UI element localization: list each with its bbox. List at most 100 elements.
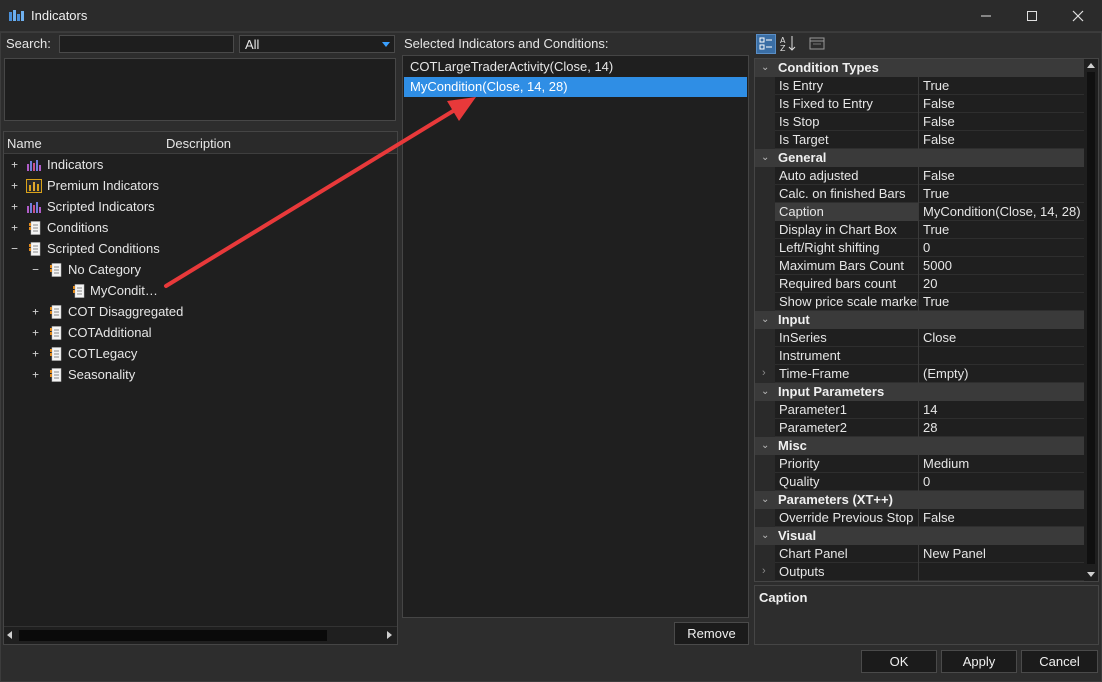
chevron-down-icon[interactable]: ⌄ [761,440,769,451]
property-value[interactable]: False [919,509,1085,527]
property-row[interactable]: Is Fixed to Entry False [755,95,1085,113]
property-row[interactable]: Required bars count 20 [755,275,1085,293]
property-value[interactable]: 28 [919,419,1085,437]
property-value[interactable]: 20 [919,275,1085,293]
property-row[interactable]: Is Entry True [755,77,1085,95]
property-value[interactable]: Close [919,329,1085,347]
tree-item[interactable]: + Seasonality [4,365,397,386]
property-row[interactable]: Override Previous Stop False [755,509,1085,527]
property-row[interactable]: Parameter2 28 [755,419,1085,437]
scroll-right-icon[interactable] [387,631,392,639]
expand-icon[interactable]: + [31,306,40,317]
tree-item[interactable]: + Premium Indicators [4,176,397,197]
scroll-down-icon[interactable] [1087,572,1095,577]
property-row[interactable]: Show price scale marker True [755,293,1085,311]
column-header-name[interactable]: Name [7,136,42,151]
maximize-button[interactable] [1009,0,1055,32]
selected-list[interactable]: COTLargeTraderActivity(Close, 14) MyCond… [402,55,749,618]
property-value[interactable]: True [919,221,1085,239]
property-row[interactable]: Is Target False [755,131,1085,149]
horizontal-scrollbar[interactable] [4,626,397,644]
property-row[interactable]: › Outputs [755,563,1085,581]
expand-icon[interactable]: + [31,348,40,359]
property-value[interactable]: False [919,167,1085,185]
indicator-tree[interactable]: Name Description + Indicators + Premium Ind… [3,131,398,645]
property-category[interactable]: ⌄ Condition Types [755,59,1085,77]
list-item[interactable]: COTLargeTraderActivity(Close, 14) [404,57,747,77]
vertical-scrollbar[interactable] [1084,59,1098,581]
chevron-down-icon[interactable]: ⌄ [761,152,769,163]
property-category[interactable]: ⌄ Parameters (XT++) [755,491,1085,509]
property-value[interactable]: 14 [919,401,1085,419]
property-row[interactable]: › Time-Frame (Empty) [755,365,1085,383]
property-value[interactable]: False [919,95,1085,113]
apply-button[interactable]: Apply [941,650,1017,673]
property-category[interactable]: ⌄ Input Parameters [755,383,1085,401]
chevron-right-icon[interactable]: › [762,565,766,577]
property-value[interactable]: True [919,293,1085,311]
property-value[interactable]: (Empty) [919,365,1085,383]
property-grid[interactable]: ⌄ Condition Types Is Entry True Is Fixed to … [754,58,1099,582]
minimize-button[interactable] [963,0,1009,32]
property-row[interactable]: Display in Chart Box True [755,221,1085,239]
property-value[interactable]: False [919,131,1085,149]
property-row[interactable]: Quality 0 [755,473,1085,491]
property-row[interactable]: Instrument [755,347,1085,365]
property-row[interactable]: Chart Panel New Panel [755,545,1085,563]
property-row[interactable]: Maximum Bars Count 5000 [755,257,1085,275]
category-filter-dropdown[interactable]: All [239,35,395,53]
collapse-icon[interactable]: − [10,243,19,254]
expand-icon[interactable]: + [10,159,19,170]
tree-item[interactable]: MyCondit… [4,281,397,302]
property-row[interactable]: Left/Right shifting 0 [755,239,1085,257]
expand-icon[interactable]: + [10,180,19,191]
chevron-down-icon[interactable]: ⌄ [761,530,769,541]
scroll-thumb[interactable] [19,630,327,641]
tree-item[interactable]: − Scripted Conditions [4,239,397,260]
property-category[interactable]: ⌄ Visual [755,527,1085,545]
cancel-button[interactable]: Cancel [1021,650,1098,673]
chevron-down-icon[interactable]: ⌄ [761,386,769,397]
property-row[interactable]: Parameter1 14 [755,401,1085,419]
close-button[interactable] [1055,0,1101,32]
remove-button[interactable]: Remove [674,622,749,645]
tree-item[interactable]: + COTLegacy [4,344,397,365]
scroll-thumb[interactable] [1087,72,1095,564]
property-category[interactable]: ⌄ Input [755,311,1085,329]
scroll-left-icon[interactable] [7,631,12,639]
property-value[interactable] [919,563,1085,581]
search-input[interactable] [59,35,234,53]
property-value[interactable]: False [919,113,1085,131]
chevron-down-icon[interactable]: ⌄ [761,62,769,73]
property-value[interactable]: New Panel [919,545,1085,563]
property-value[interactable]: Medium [919,455,1085,473]
property-row[interactable]: InSeries Close [755,329,1085,347]
tree-item[interactable]: + COT Disaggregated [4,302,397,323]
property-value[interactable]: 5000 [919,257,1085,275]
property-value[interactable] [919,347,1085,365]
property-category[interactable]: ⌄ General [755,149,1085,167]
collapse-icon[interactable]: − [31,264,40,275]
property-value[interactable]: True [919,185,1085,203]
list-item-selected[interactable]: MyCondition(Close, 14, 28) [404,77,747,97]
ok-button[interactable]: OK [861,650,937,673]
property-value[interactable]: True [919,77,1085,95]
alphabetical-sort-button[interactable]: A Z [779,34,799,54]
property-category[interactable]: ⌄ Misc [755,437,1085,455]
property-row[interactable]: Is Stop False [755,113,1085,131]
tree-item[interactable]: + COTAdditional [4,323,397,344]
tree-item[interactable]: + Scripted Indicators [4,197,397,218]
property-value[interactable]: 0 [919,239,1085,257]
property-row[interactable]: Caption MyCondition(Close, 14, 28) [755,203,1085,221]
property-row[interactable]: Auto adjusted False [755,167,1085,185]
chevron-down-icon[interactable]: ⌄ [761,314,769,325]
property-row[interactable]: Priority Medium [755,455,1085,473]
scroll-up-icon[interactable] [1087,63,1095,68]
expand-icon[interactable]: + [10,222,19,233]
expand-icon[interactable]: + [31,369,40,380]
column-header-description[interactable]: Description [166,136,231,151]
tree-item[interactable]: − No Category [4,260,397,281]
chevron-down-icon[interactable]: ⌄ [761,494,769,505]
property-pages-button[interactable] [808,34,828,54]
property-value[interactable]: MyCondition(Close, 14, 28) [919,203,1085,221]
